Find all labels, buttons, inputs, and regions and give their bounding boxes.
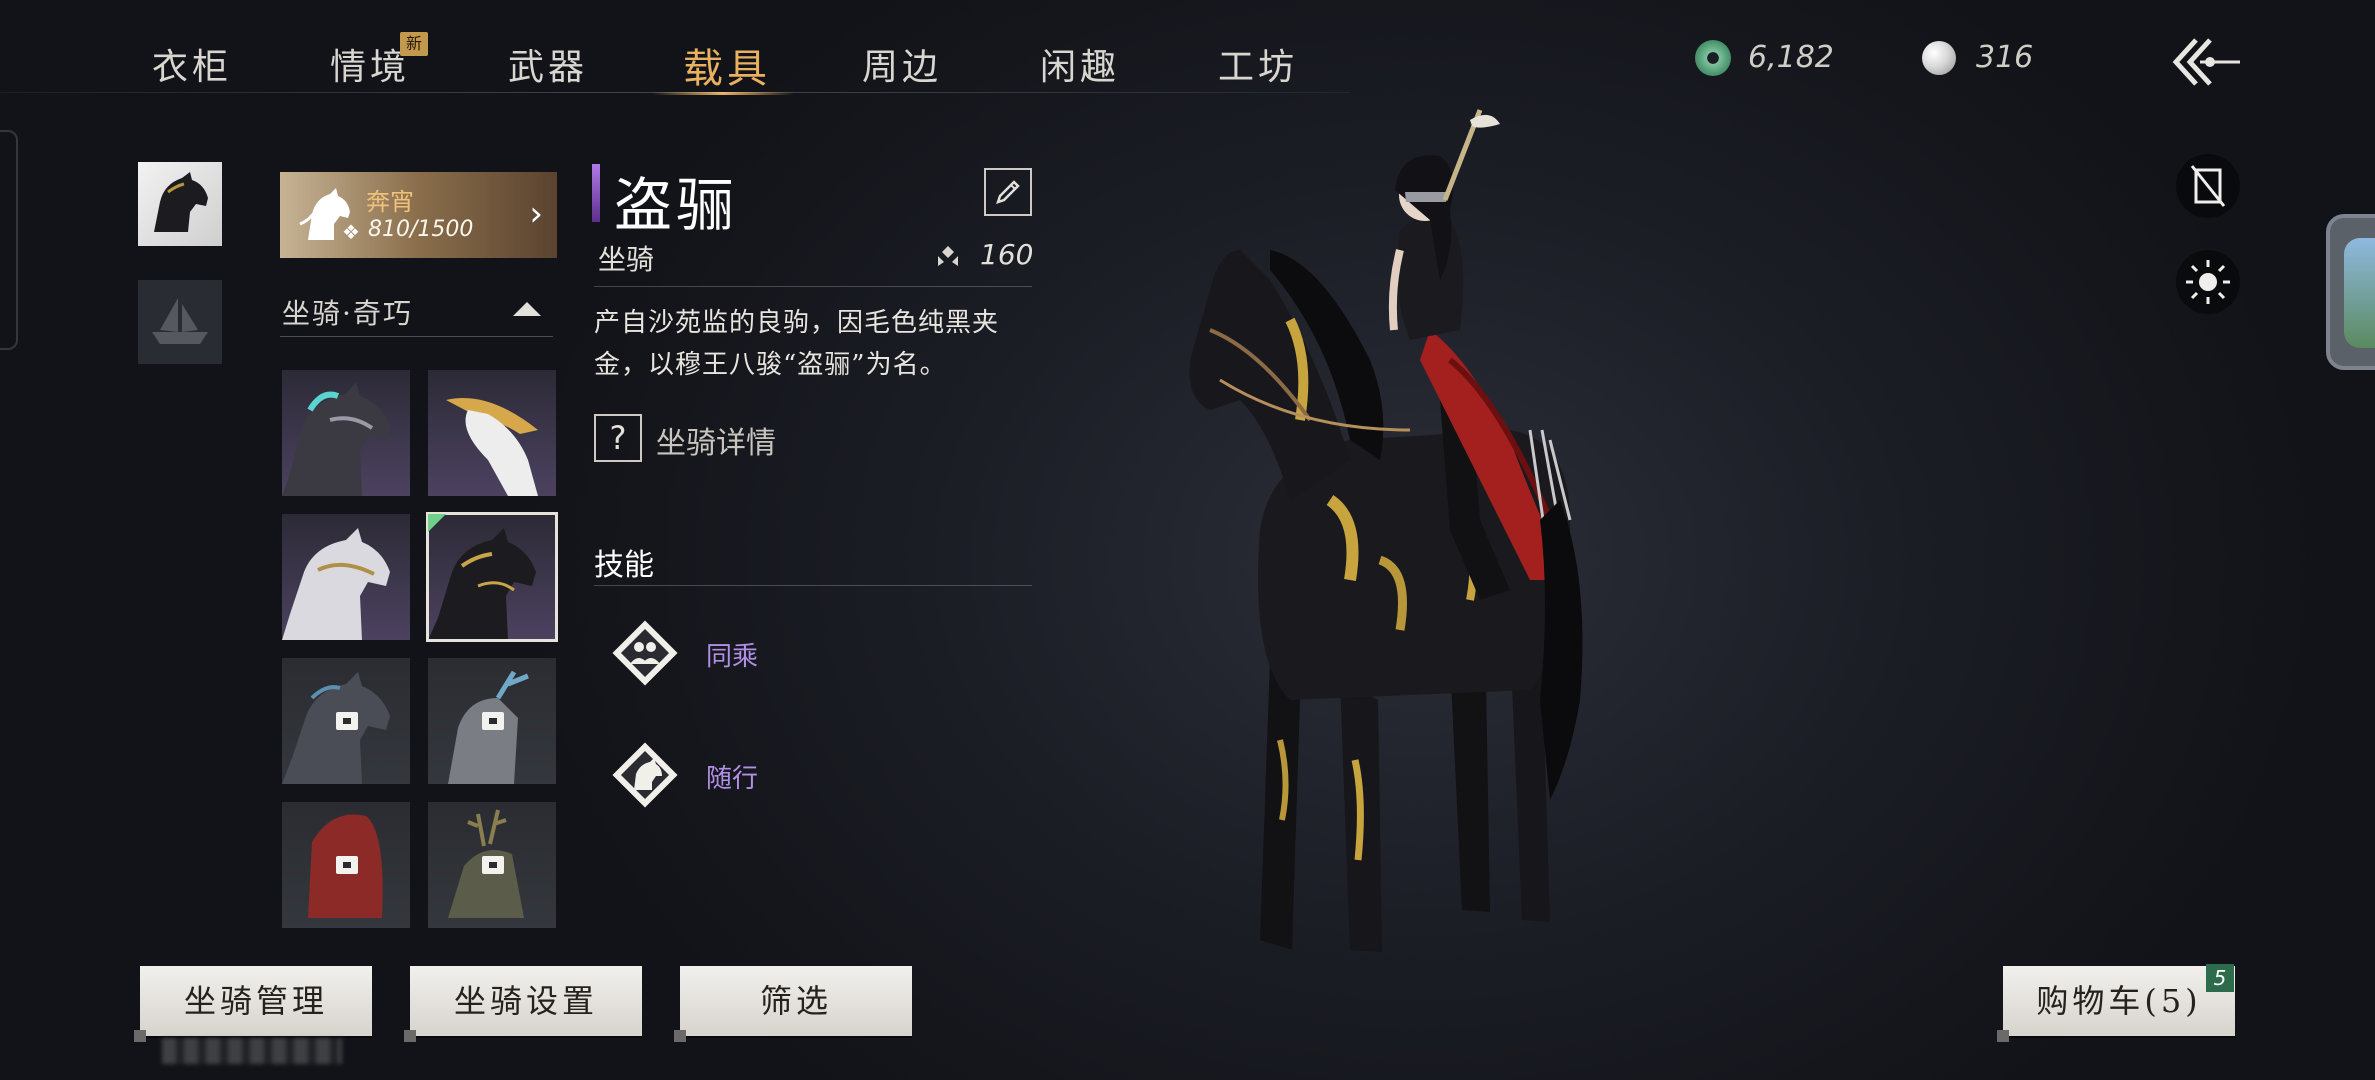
collection-points-icon: ❖ (342, 220, 360, 244)
section-title: 坐骑·奇巧 (282, 297, 413, 330)
chevron-right-icon: › (529, 194, 543, 234)
new-badge: 新 (400, 32, 428, 56)
pearl-currency-icon (1922, 41, 1956, 75)
mount-details-link[interactable]: 坐骑详情 (656, 418, 776, 462)
edit-button[interactable] (984, 168, 1032, 216)
blurred-user-id (162, 1038, 342, 1064)
mount-type: 坐骑 (598, 243, 655, 276)
left-drawer-handle[interactable] (0, 130, 18, 350)
horse-follow-icon (612, 742, 678, 808)
back-button[interactable] (2170, 30, 2242, 94)
hide-ui-icon (2190, 165, 2226, 207)
category-horse[interactable] (138, 162, 222, 246)
mount-grid-item-locked[interactable] (282, 658, 410, 784)
filter-button[interactable]: 筛选 (674, 966, 912, 1042)
collapse-caret-icon[interactable] (513, 302, 541, 316)
mount-grid-item[interactable] (282, 514, 410, 640)
mount-grid-item-locked[interactable] (428, 802, 556, 928)
horse-head-icon (154, 172, 208, 232)
mount-card-name: 奔宵 (366, 188, 414, 216)
white-horse-icon (282, 528, 390, 640)
top-nav: 衣柜 情境 新 武器 载具 周边 闲趣 工坊 (0, 0, 1400, 96)
rider-on-horse-illustration (1189, 109, 1583, 952)
sun-icon (2186, 260, 2230, 304)
category-boat[interactable] (138, 280, 222, 364)
skill-follow-label[interactable]: 随行 (706, 758, 758, 795)
map-thumbnail (2344, 238, 2375, 348)
mount-grid-item-locked[interactable] (282, 802, 410, 928)
pelican-mount-icon (446, 398, 538, 496)
cart-count-badge: 5 (2206, 964, 2234, 992)
lock-icon (336, 712, 358, 730)
lock-icon (336, 856, 358, 874)
owned-corner-marker (428, 514, 446, 532)
tab-workshop[interactable]: 工坊 (1218, 38, 1298, 90)
back-arrow-icon (2172, 38, 2240, 86)
help-button[interactable]: ? (594, 414, 642, 462)
pencil-icon (996, 180, 1020, 204)
tab-vehicles[interactable]: 载具 (683, 36, 771, 94)
lock-icon (482, 712, 504, 730)
jade-currency-value: 6,182 (1748, 40, 1834, 75)
question-mark-icon: ? (609, 419, 627, 457)
boat-icon (152, 298, 208, 344)
tandem-riders-icon (612, 620, 678, 686)
mount-settings-button[interactable]: 坐骑设置 (404, 966, 642, 1042)
nav-divider (0, 92, 1350, 93)
tab-scene[interactable]: 情境 (330, 38, 410, 90)
lighting-toggle[interactable] (2176, 250, 2240, 314)
mount-preview-model[interactable] (1150, 100, 1670, 980)
mount-points-value: 160 (980, 238, 1034, 271)
lock-icon (482, 856, 504, 874)
black-gold-horse-icon (428, 528, 536, 640)
skills-divider (594, 585, 1032, 586)
title-accent-bar (592, 164, 600, 222)
tab-peripherals[interactable]: 周边 (862, 38, 942, 90)
skill-tandem-label[interactable]: 同乘 (706, 636, 758, 673)
skill-follow-button[interactable] (606, 736, 684, 814)
mount-grid-item-selected[interactable] (426, 512, 558, 642)
mount-grid-item-locked[interactable] (428, 658, 556, 784)
detail-divider (594, 286, 1032, 287)
mount-grid-item[interactable] (428, 370, 556, 496)
jade-currency-icon (1695, 40, 1731, 76)
skill-tandem-button[interactable] (606, 614, 684, 692)
armored-horse-icon (282, 382, 390, 496)
mount-grid-item[interactable] (282, 370, 410, 496)
tab-leisure[interactable]: 闲趣 (1040, 38, 1120, 90)
cart-button[interactable]: 购物车(5) (1997, 966, 2235, 1042)
tab-wardrobe[interactable]: 衣柜 (152, 38, 232, 90)
side-panel-tab[interactable] (2326, 214, 2375, 370)
mount-card-count: 810/1500 (368, 217, 474, 242)
mount-name: 盗骊 (614, 171, 739, 239)
section-divider (280, 336, 553, 337)
mount-manage-button[interactable]: 坐骑管理 (134, 966, 372, 1042)
mount-collection-card[interactable]: 奔宵 ❖ 810/1500 › (280, 172, 557, 258)
collection-points-icon (938, 246, 958, 266)
mount-description: 产自沙苑监的良驹，因毛色纯黑夹金，以穆王八骏“盗骊”为名。 (594, 308, 1000, 380)
hide-ui-toggle[interactable] (2176, 154, 2240, 218)
pearl-currency-value: 316 (1976, 40, 2034, 75)
tab-weapons[interactable]: 武器 (508, 38, 588, 90)
skills-heading: 技能 (594, 548, 654, 583)
